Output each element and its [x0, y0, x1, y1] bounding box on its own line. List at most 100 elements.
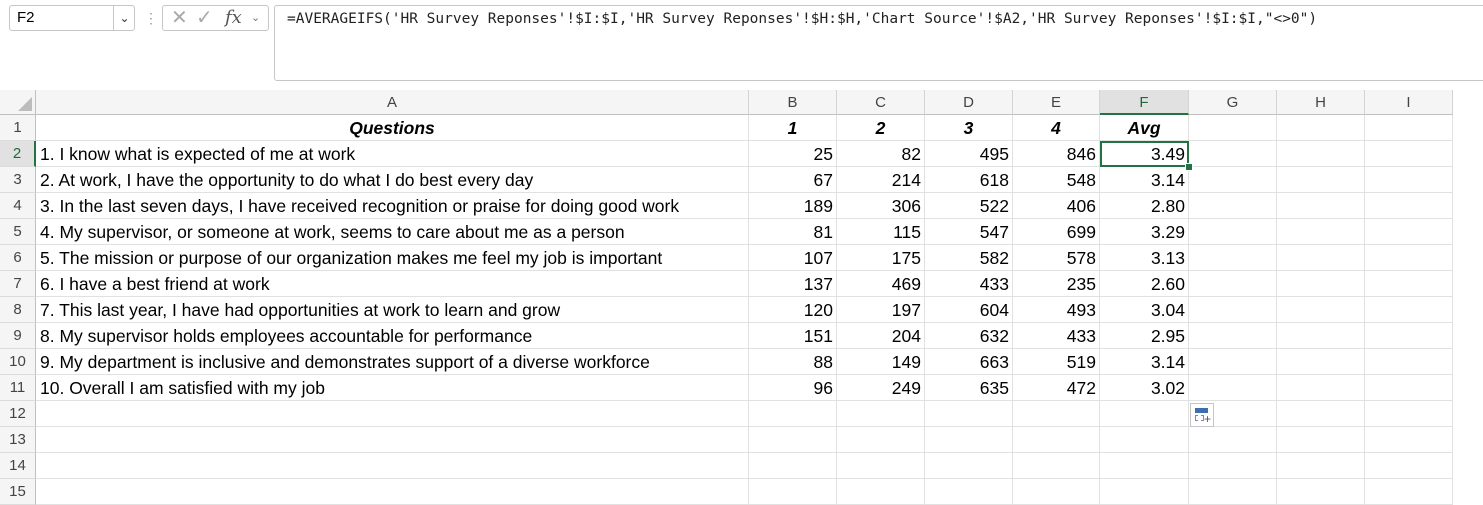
empty-cell[interactable] [1365, 245, 1453, 271]
empty-cell[interactable] [1365, 479, 1453, 505]
question-cell[interactable]: 5. The mission or purpose of our organiz… [36, 245, 749, 271]
value-cell[interactable]: 493 [1013, 297, 1100, 323]
header-cell[interactable]: 2 [837, 115, 925, 141]
column-header-b[interactable]: B [749, 90, 837, 115]
empty-cell[interactable] [1277, 297, 1365, 323]
value-cell[interactable]: 249 [837, 375, 925, 401]
question-cell[interactable]: 2. At work, I have the opportunity to do… [36, 167, 749, 193]
empty-cell[interactable] [1189, 427, 1277, 453]
empty-cell[interactable] [1013, 453, 1100, 479]
empty-cell[interactable] [1189, 193, 1277, 219]
value-cell[interactable]: 107 [749, 245, 837, 271]
value-cell[interactable]: 495 [925, 141, 1013, 167]
empty-cell[interactable] [1365, 453, 1453, 479]
empty-cell[interactable] [1365, 323, 1453, 349]
row-header-12[interactable]: 12 [0, 401, 36, 427]
header-cell[interactable]: Questions [36, 115, 749, 141]
value-cell[interactable]: 604 [925, 297, 1013, 323]
empty-cell[interactable] [1189, 479, 1277, 505]
enter-icon[interactable]: ✓ [196, 8, 213, 28]
row-header-8[interactable]: 8 [0, 297, 36, 323]
value-cell[interactable]: 632 [925, 323, 1013, 349]
fill-handle[interactable] [1185, 163, 1193, 171]
question-cell[interactable]: 1. I know what is expected of me at work [36, 141, 749, 167]
column-header-h[interactable]: H [1277, 90, 1365, 115]
empty-cell[interactable] [1189, 141, 1277, 167]
empty-cell[interactable] [925, 453, 1013, 479]
empty-cell[interactable] [1277, 115, 1365, 141]
value-cell[interactable]: 548 [1013, 167, 1100, 193]
cancel-icon[interactable]: ✕ [171, 8, 188, 28]
select-all-corner[interactable] [0, 90, 36, 115]
value-cell[interactable]: 3.13 [1100, 245, 1189, 271]
empty-cell[interactable] [1277, 245, 1365, 271]
value-cell[interactable]: 175 [837, 245, 925, 271]
value-cell[interactable]: 3.04 [1100, 297, 1189, 323]
empty-cell[interactable] [36, 479, 749, 505]
value-cell[interactable]: 82 [837, 141, 925, 167]
value-cell[interactable]: 472 [1013, 375, 1100, 401]
empty-cell[interactable] [1189, 219, 1277, 245]
row-header-5[interactable]: 5 [0, 219, 36, 245]
empty-cell[interactable] [837, 427, 925, 453]
empty-cell[interactable] [1365, 297, 1453, 323]
header-cell[interactable]: Avg [1100, 115, 1189, 141]
chevron-down-icon[interactable]: ⌄ [251, 10, 260, 26]
question-cell[interactable]: 10. Overall I am satisfied with my job [36, 375, 749, 401]
row-header-2[interactable]: 2 [0, 141, 36, 167]
empty-cell[interactable] [1013, 427, 1100, 453]
header-cell[interactable]: 1 [749, 115, 837, 141]
value-cell[interactable]: 3.02 [1100, 375, 1189, 401]
empty-cell[interactable] [1277, 167, 1365, 193]
value-cell[interactable]: 2.80 [1100, 193, 1189, 219]
value-cell[interactable]: 197 [837, 297, 925, 323]
value-cell[interactable]: 306 [837, 193, 925, 219]
value-cell[interactable]: 433 [925, 271, 1013, 297]
row-header-1[interactable]: 1 [0, 115, 36, 141]
formula-input[interactable]: =AVERAGEIFS('HR Survey Reponses'!$I:$I,'… [274, 5, 1483, 81]
empty-cell[interactable] [1100, 479, 1189, 505]
value-cell[interactable]: 67 [749, 167, 837, 193]
value-cell[interactable]: 120 [749, 297, 837, 323]
empty-cell[interactable] [1365, 271, 1453, 297]
empty-cell[interactable] [749, 427, 837, 453]
column-header-i[interactable]: I [1365, 90, 1453, 115]
empty-cell[interactable] [1189, 271, 1277, 297]
column-header-e[interactable]: E [1013, 90, 1100, 115]
empty-cell[interactable] [1013, 401, 1100, 427]
empty-cell[interactable] [1277, 375, 1365, 401]
row-header-4[interactable]: 4 [0, 193, 36, 219]
row-header-10[interactable]: 10 [0, 349, 36, 375]
empty-cell[interactable] [1365, 349, 1453, 375]
empty-cell[interactable] [1189, 323, 1277, 349]
empty-cell[interactable] [1365, 427, 1453, 453]
row-header-11[interactable]: 11 [0, 375, 36, 401]
value-cell[interactable]: 522 [925, 193, 1013, 219]
row-header-15[interactable]: 15 [0, 479, 36, 505]
empty-cell[interactable] [837, 453, 925, 479]
value-cell[interactable]: 582 [925, 245, 1013, 271]
empty-cell[interactable] [1277, 401, 1365, 427]
empty-cell[interactable] [1189, 297, 1277, 323]
value-cell[interactable]: 433 [1013, 323, 1100, 349]
empty-cell[interactable] [1189, 349, 1277, 375]
empty-cell[interactable] [1277, 193, 1365, 219]
row-header-13[interactable]: 13 [0, 427, 36, 453]
empty-cell[interactable] [36, 401, 749, 427]
question-cell[interactable]: 8. My supervisor holds employees account… [36, 323, 749, 349]
value-cell[interactable]: 137 [749, 271, 837, 297]
empty-cell[interactable] [749, 401, 837, 427]
more-options-icon[interactable]: ⋮ [144, 9, 158, 27]
empty-cell[interactable] [1365, 115, 1453, 141]
empty-cell[interactable] [1189, 245, 1277, 271]
empty-cell[interactable] [1277, 427, 1365, 453]
empty-cell[interactable] [925, 401, 1013, 427]
value-cell[interactable]: 3.49 [1100, 141, 1189, 167]
empty-cell[interactable] [1365, 401, 1453, 427]
empty-cell[interactable] [1365, 141, 1453, 167]
header-cell[interactable]: 3 [925, 115, 1013, 141]
empty-cell[interactable] [1277, 349, 1365, 375]
column-header-g[interactable]: G [1189, 90, 1277, 115]
value-cell[interactable]: 663 [925, 349, 1013, 375]
empty-cell[interactable] [749, 453, 837, 479]
